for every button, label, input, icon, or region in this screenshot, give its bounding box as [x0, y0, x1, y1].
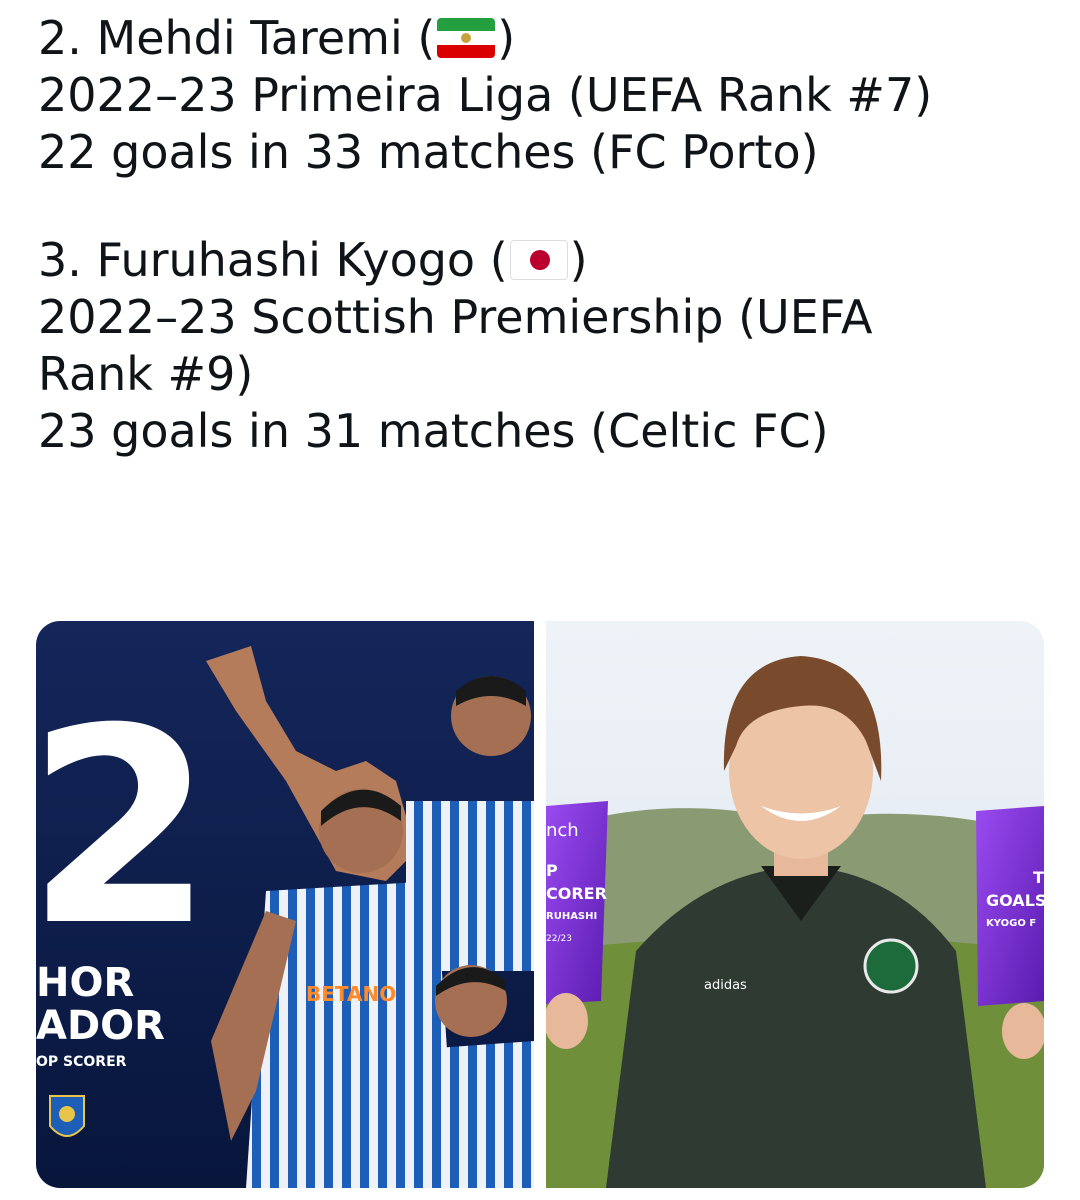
- tweet-line-1: 2. Mehdi Taremi (): [38, 10, 1048, 67]
- porto-graphic: 2 BETANO HOR ADOR OP SCORER: [36, 621, 534, 1188]
- award-left-line-1: P: [546, 861, 558, 880]
- tweet-line-1-text: 2. Mehdi Taremi (: [38, 11, 436, 65]
- tweet-line-1-close: ): [497, 11, 516, 65]
- media-grid: 2 BETANO HOR ADOR OP SCORER adidas nch P…: [36, 621, 1044, 1188]
- tweet-line-3: 22 goals in 33 matches (FC Porto): [38, 125, 819, 179]
- porto-crest-icon: [49, 1095, 85, 1137]
- player-shirt-3: [376, 1041, 534, 1188]
- celtic-photo: adidas nch P CORER RUHASHI 22/23 T GOALS…: [546, 621, 1044, 1188]
- tweet-line-4-text: 3. Furuhashi Kyogo (: [38, 233, 508, 287]
- award-right: T GOALS KYOGO F: [976, 806, 1044, 1006]
- award-left-brand: nch: [546, 820, 579, 841]
- award-left-line-2: CORER: [546, 884, 607, 903]
- tweet-line-4: 3. Furuhashi Kyogo (): [38, 232, 1048, 289]
- celtic-crest-icon: [863, 938, 919, 994]
- caption-line-1: HOR: [36, 960, 134, 1006]
- tweet-line-5: 2022–23 Scottish Premiership (UEFA: [38, 290, 873, 344]
- tweet-text: 2. Mehdi Taremi () 2022–23 Primeira Liga…: [38, 10, 1048, 460]
- award-right-line-1: T: [1033, 868, 1044, 887]
- sponsor-text: BETANO: [306, 982, 396, 1006]
- award-right-line-2: GOALS: [986, 891, 1044, 910]
- tweet-line-2: 2022–23 Primeira Liga (UEFA Rank #7): [38, 68, 933, 122]
- award-left-line-4: 22/23: [546, 934, 572, 944]
- tweet-line-6: Rank #9): [38, 347, 254, 401]
- tweet-line-4-close: ): [569, 233, 588, 287]
- kit-brand: adidas: [704, 978, 747, 993]
- award-right-line-3: KYOGO F: [986, 918, 1036, 929]
- tweet-line-7: 23 goals in 31 matches (Celtic FC): [38, 404, 829, 458]
- caption-line-3: OP SCORER: [36, 1054, 127, 1070]
- japan-flag-icon: [509, 240, 568, 280]
- big-number: 2: [36, 670, 214, 985]
- celtic-award-image[interactable]: adidas nch P CORER RUHASHI 22/23 T GOALS…: [546, 621, 1044, 1188]
- iran-flag-icon: [437, 18, 496, 58]
- award-left: nch P CORER RUHASHI 22/23: [546, 801, 608, 1004]
- caption-line-2: ADOR: [36, 1003, 165, 1049]
- porto-top-scorer-image[interactable]: 2 BETANO HOR ADOR OP SCORER: [36, 621, 534, 1188]
- award-left-line-3: RUHASHI: [546, 911, 597, 922]
